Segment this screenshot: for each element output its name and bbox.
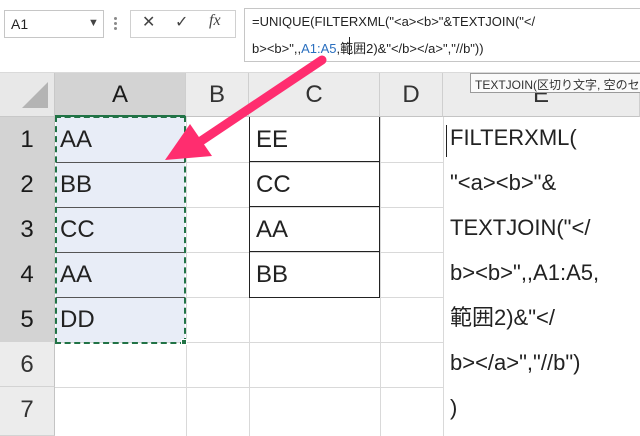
arrow-shaft — [193, 55, 327, 148]
annotation-arrow-icon — [165, 55, 327, 160]
